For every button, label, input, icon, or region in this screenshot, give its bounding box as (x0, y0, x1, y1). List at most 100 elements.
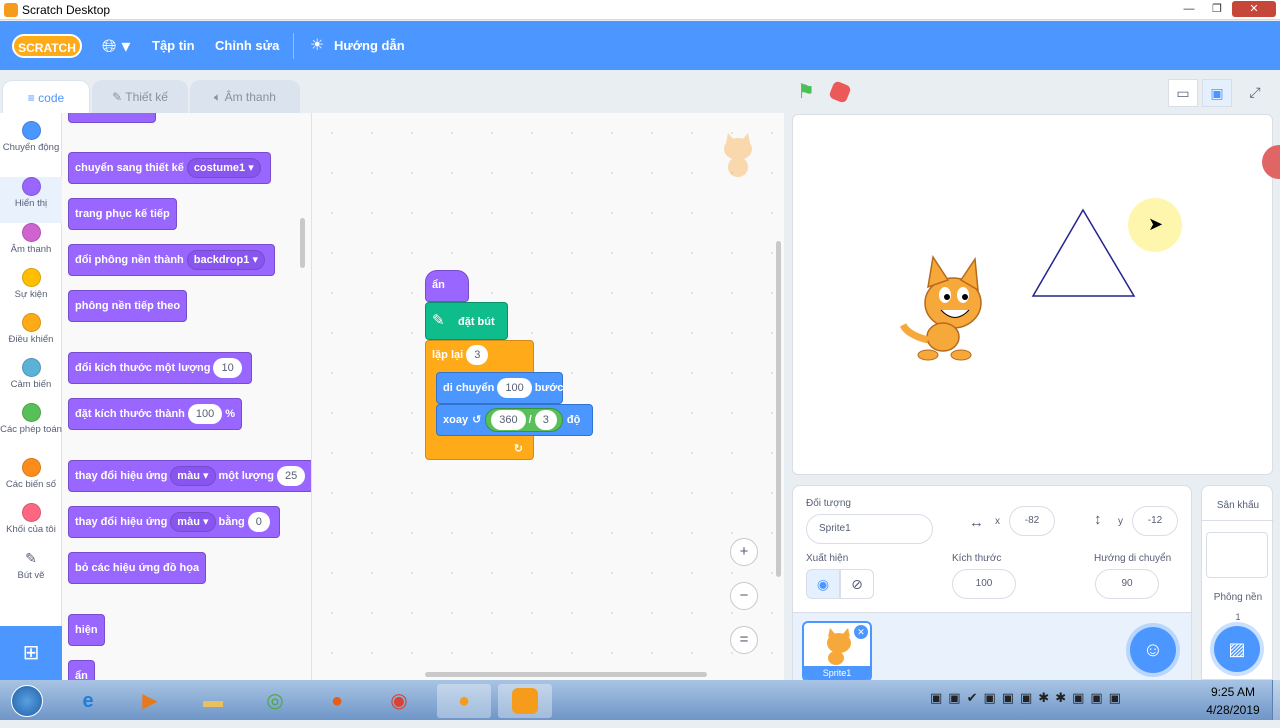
palette-scrollbar[interactable] (300, 218, 305, 268)
zoom-in-icon: + (739, 543, 749, 560)
workspace-horizontal-scrollbar[interactable] (425, 672, 707, 677)
green-flag-icon[interactable]: ⚑ (797, 82, 817, 102)
block-change-size[interactable]: đổi kích thước một lượng 10 (68, 352, 252, 384)
backdrop-dropdown[interactable]: backdrop1 ▾ (186, 250, 265, 271)
zoom-reset-button[interactable]: = (730, 626, 758, 654)
tab-costumes[interactable]: ✎ Thiết kế (92, 80, 188, 114)
backdrop-thumbnail[interactable] (1206, 532, 1268, 578)
block-clear-effects[interactable]: bỏ các hiệu ứng đồ họa (68, 552, 207, 584)
size-input[interactable]: 100 (952, 569, 1016, 599)
block-change-effect[interactable]: thay đổi hiệu ứng màu ▾ một lượng 25 (68, 460, 311, 492)
costume-dropdown[interactable]: costume1 ▾ (186, 158, 261, 179)
clock-time[interactable]: 9:25 AM (1200, 685, 1266, 699)
fullscreen-button[interactable]: ⤢ (1240, 79, 1270, 107)
taskbar-scratch[interactable]: ● (437, 684, 491, 718)
add-extension-button[interactable]: ⊞ (0, 626, 62, 680)
zoom-out-button[interactable]: − (730, 582, 758, 610)
category-6[interactable]: Các phép toán (0, 403, 62, 443)
effect-dropdown[interactable]: màu ▾ (170, 512, 216, 533)
x-input[interactable]: -82 (1009, 506, 1055, 536)
category-0[interactable]: Chuyển động (0, 121, 62, 161)
block-set-size[interactable]: đặt kích thước thành 100% (68, 398, 243, 430)
tab-sounds[interactable]: 🔈︎ Âm thanh (190, 80, 300, 114)
menu-tutorials[interactable]: Hướng dẫn (334, 38, 405, 53)
direction-input[interactable]: 90 (1095, 569, 1159, 599)
pen-icon: ✎ (432, 312, 445, 329)
tab-costumes-label: Thiết kế (125, 90, 168, 104)
block-text: đặt kích thước thành (75, 408, 185, 420)
taskbar-scratch-link[interactable] (498, 684, 552, 718)
minimize-button[interactable]: — (1176, 1, 1202, 17)
taskbar-coccoc[interactable]: ◎ (255, 684, 295, 718)
show-visible-button[interactable]: ◉ (806, 569, 840, 599)
stage-panel-title: Sân khấu (1216, 500, 1260, 511)
taskbar-media[interactable]: ▶ (130, 684, 170, 718)
menu-file[interactable]: Tập tin (152, 38, 195, 53)
add-backdrop-button[interactable]: ▨ (1214, 626, 1260, 672)
normal-stage-button[interactable]: ▣ (1202, 79, 1232, 107)
block-hide[interactable]: ẩn (68, 660, 95, 680)
show-hidden-button[interactable]: ⊘ (840, 569, 874, 599)
taskbar-explorer[interactable]: ▬ (193, 684, 233, 718)
category-label: Điều khiển (8, 334, 54, 345)
effect-dropdown[interactable]: màu ▾ (170, 466, 216, 487)
script-pen-down-block[interactable]: ✎ đặt bút (425, 302, 508, 340)
category-7[interactable]: Các biến số (0, 458, 62, 498)
turn-a-input[interactable]: 360 (491, 410, 526, 431)
language-globe-icon[interactable]: 🌐︎ ▾ (102, 36, 130, 57)
start-button[interactable] (4, 684, 50, 718)
cat-sprite[interactable] (899, 254, 982, 361)
sprite-thumbnail[interactable]: ✕ Sprite1 (802, 621, 872, 682)
move-steps-input[interactable]: 100 (497, 378, 532, 399)
add-sprite-button[interactable]: ☺ (1130, 627, 1176, 673)
category-4[interactable]: Điều khiển (0, 313, 62, 353)
taskbar-firefox[interactable]: ● (317, 684, 357, 718)
category-2[interactable]: Âm thanh (0, 223, 62, 263)
category-dot-icon (21, 458, 41, 477)
divide-operator[interactable]: 360/3 (485, 408, 563, 433)
block-set-effect[interactable]: thay đổi hiệu ứng màu ▾ bằng 0 (68, 506, 280, 538)
stop-sign-icon[interactable] (828, 80, 852, 104)
turn-b-input[interactable]: 3 (534, 410, 557, 431)
category-9[interactable]: ✎ Bút vẽ (0, 549, 62, 589)
category-3[interactable]: Sự kiện (0, 268, 62, 308)
tab-code[interactable]: ≡ code (2, 80, 90, 114)
set-effect-input[interactable]: 0 (247, 512, 270, 533)
category-5[interactable]: Cảm biến (0, 358, 62, 398)
sprite-name-input[interactable]: Sprite1 (806, 514, 933, 544)
block-next-costume[interactable]: trang phục kế tiếp (68, 198, 177, 230)
clock-date[interactable]: 4/28/2019 (1196, 703, 1270, 717)
code-tab-icon: ≡ (27, 91, 35, 105)
category-1[interactable]: Hiển thị (0, 177, 62, 223)
sprite-name-label: Đối tượng (806, 498, 851, 509)
restore-button[interactable]: ❐ (1204, 1, 1230, 17)
repeat-count-input[interactable]: 3 (466, 345, 489, 366)
system-tray-icons[interactable]: ▣▣✔▣▣▣✱✱▣▣▣ (930, 690, 1190, 710)
workspace-vertical-scrollbar[interactable] (776, 241, 781, 577)
stage-canvas[interactable] (792, 114, 1273, 475)
zoom-in-button[interactable]: + (730, 538, 758, 566)
palette-block-partial[interactable] (68, 113, 156, 123)
script-hide-block[interactable]: ẩn (425, 270, 469, 302)
taskbar-chrome[interactable]: ◉ (379, 684, 419, 718)
script-move-block[interactable]: di chuyển 100 bước (436, 372, 563, 404)
script-turn-block[interactable]: xoay ↺ 360/3 độ (436, 404, 593, 436)
y-input[interactable]: -12 (1132, 506, 1178, 536)
delete-sprite-icon[interactable]: ✕ (854, 625, 868, 639)
close-button[interactable]: ✕ (1232, 1, 1276, 17)
block-switch-costume[interactable]: chuyển sang thiết kế costume1 ▾ (68, 152, 271, 184)
category-8[interactable]: Khối của tôi (0, 503, 62, 543)
change-size-input[interactable]: 10 (213, 358, 242, 379)
small-stage-button[interactable]: ▭ (1168, 79, 1198, 107)
scratch-logo[interactable]: SCRATCH (12, 34, 82, 58)
menu-edit[interactable]: Chỉnh sửa (215, 38, 279, 53)
block-switch-backdrop[interactable]: đổi phông nền thành backdrop1 ▾ (68, 244, 275, 276)
show-desktop-button[interactable] (1272, 680, 1280, 720)
taskbar-ie[interactable]: e (68, 684, 108, 718)
tutorial-bulb-icon[interactable]: ☀︎ (310, 35, 324, 55)
set-size-input[interactable]: 100 (187, 404, 223, 425)
category-label: Các phép toán (0, 424, 62, 435)
change-effect-input[interactable]: 25 (277, 466, 306, 487)
block-next-backdrop[interactable]: phông nền tiếp theo (68, 290, 188, 322)
block-show[interactable]: hiện (68, 614, 105, 646)
